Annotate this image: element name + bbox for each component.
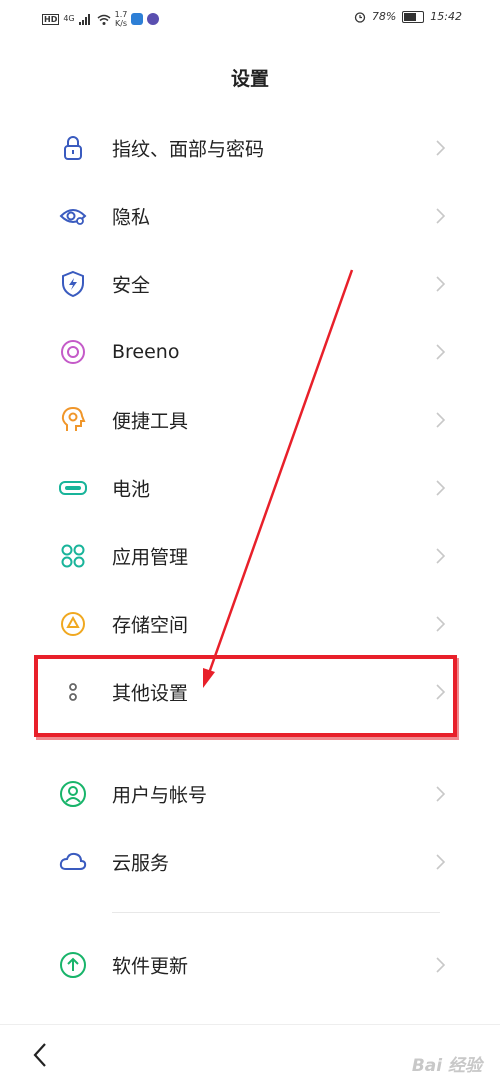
settings-item-convenience-tools[interactable]: 便捷工具: [0, 386, 500, 454]
chevron-right-icon: [436, 140, 446, 156]
page-title: 设置: [230, 68, 269, 90]
cloud-icon: [59, 852, 87, 870]
network-type: 4G: [63, 14, 75, 23]
settings-item-label: 软件更新: [112, 955, 189, 978]
status-right: 78% 15:42: [354, 10, 462, 23]
status-bar: HD 4G 1.7 K/s 78% 15:42: [0, 0, 500, 40]
alarm-icon: [354, 11, 365, 23]
settings-item-label: 电池: [112, 478, 151, 501]
chevron-right-icon: [436, 854, 446, 870]
app-notification-icon-2: [147, 13, 160, 25]
settings-item-label: 指纹、面部与密码: [112, 138, 265, 161]
battery-percent: 78%: [371, 10, 397, 23]
user-icon: [60, 781, 86, 807]
hd-badge: HD: [42, 13, 60, 25]
battery-icon: [59, 481, 87, 495]
annotation-highlight-box: [34, 655, 457, 737]
settings-item-security[interactable]: 安全: [0, 250, 500, 318]
settings-item-storage[interactable]: 存储空间: [0, 590, 500, 658]
chevron-right-icon: [436, 412, 446, 428]
chevron-right-icon: [436, 344, 446, 360]
settings-item-label: 云服务: [112, 852, 170, 875]
settings-item-label: 应用管理: [112, 546, 189, 569]
chevron-right-icon: [436, 480, 446, 496]
settings-item-label: 安全: [112, 274, 151, 297]
status-left: HD 4G 1.7 K/s: [42, 10, 160, 28]
chevron-right-icon: [436, 957, 446, 973]
settings-item-label: 存储空间: [112, 614, 189, 637]
clock: 15:42: [430, 10, 462, 23]
apps-grid-icon: [61, 544, 85, 568]
breeno-icon: [61, 340, 85, 364]
settings-item-battery[interactable]: 电池: [0, 454, 500, 522]
update-arrow-icon: [60, 952, 86, 978]
settings-item-software-update[interactable]: 软件更新: [0, 931, 500, 999]
settings-item-label: 隐私: [112, 206, 151, 229]
settings-item-label: 便捷工具: [112, 410, 189, 433]
chevron-right-icon: [436, 548, 446, 564]
chevron-right-icon: [436, 786, 446, 802]
settings-item-breeno[interactable]: Breeno: [0, 318, 500, 386]
shield-icon: [62, 270, 84, 298]
app-notification-icon: [131, 13, 144, 25]
tools-head-icon: [61, 406, 86, 431]
settings-item-users-accounts[interactable]: 用户与帐号: [0, 760, 500, 828]
chevron-right-icon: [436, 616, 446, 632]
settings-item-fingerprint-face-password[interactable]: 指纹、面部与密码: [0, 114, 500, 182]
settings-item-privacy[interactable]: 隐私: [0, 182, 500, 250]
wifi-icon: [97, 14, 111, 25]
network-speed: 1.7 K/s: [114, 10, 128, 28]
lock-icon: [64, 136, 82, 160]
battery-icon: [402, 10, 425, 23]
privacy-eye-icon: [59, 209, 87, 225]
settings-item-cloud-service[interactable]: 云服务: [0, 828, 500, 896]
settings-item-app-management[interactable]: 应用管理: [0, 522, 500, 590]
chevron-right-icon: [436, 208, 446, 224]
section-divider: [112, 912, 440, 913]
chevron-right-icon: [436, 276, 446, 292]
storage-pie-icon: [61, 612, 85, 636]
settings-item-label: Breeno: [112, 341, 180, 363]
back-chevron-icon[interactable]: [30, 1041, 50, 1069]
signal-icon: [78, 13, 90, 25]
watermark: Bai 经验: [411, 1056, 482, 1076]
settings-item-label: 用户与帐号: [112, 784, 208, 807]
